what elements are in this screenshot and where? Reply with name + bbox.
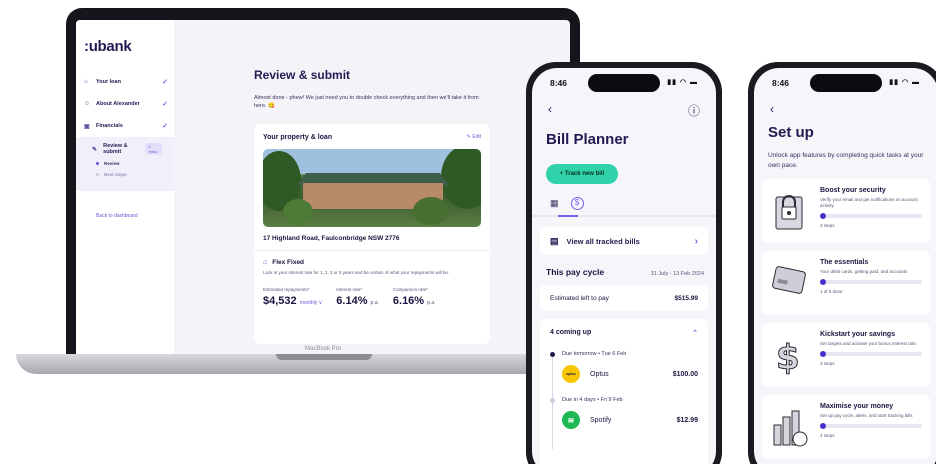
due-label: Due in 4 days • Fri 9 Feb (550, 397, 698, 403)
feature-essentials[interactable]: The essentials Your debit cards, getting… (762, 251, 930, 315)
pay-cycle-dates: 31 July - 13 Feb 2024 (650, 271, 704, 277)
pay-cycle-title: This pay cycle (546, 267, 605, 277)
sidebar-item-label: About Alexander (96, 101, 140, 107)
divider (254, 250, 490, 251)
main-content: Review & submit Almost done - phew! We j… (174, 20, 570, 356)
view-tabs: ▦ $ (532, 184, 716, 210)
metric-comparison-rate: Comparison rate* 6.16% p.a. (392, 287, 436, 307)
card-title: Your property & loan (263, 134, 333, 141)
pencil-icon: ✎ (92, 146, 98, 153)
dynamic-island (810, 74, 882, 92)
card-icon (770, 259, 810, 305)
back-icon[interactable]: ‹ (548, 102, 552, 119)
time-badge: 2 mins (145, 143, 162, 155)
signal-wifi-battery-icon: ▮▮ ◠ ▬ (889, 79, 920, 86)
progress-bar (820, 213, 922, 219)
receipt-icon: ▤ (550, 235, 559, 246)
left-to-pay-row: Estimated left to pay $515.99 (540, 285, 708, 311)
metric-interest-rate: Interest rate* 6.14% p.a. (336, 287, 379, 307)
chart-icon (770, 403, 810, 449)
track-new-bill-button[interactable]: + Track new bill (546, 164, 618, 184)
coming-up-toggle[interactable]: 4 coming up ⌃ (550, 329, 698, 337)
spotify-logo-icon: ≋ (562, 411, 580, 429)
dollar-icon[interactable]: $ (570, 197, 584, 210)
home-icon: ⌂ (84, 79, 88, 85)
check-icon: ✓ (162, 79, 168, 86)
calendar-icon[interactable]: ▦ (550, 198, 559, 210)
loan-description: Lock in your interest rate for 1, 2, 3 o… (263, 270, 450, 275)
property-loan-card: Your property & loan ✎ Edit 17 Highland … (254, 124, 490, 344)
sidebar-item-review-submit[interactable]: ✎ Review & submit 2 mins Review Next ste… (76, 137, 174, 191)
page-title: Set up (768, 124, 814, 141)
laptop-brand-label: MacBook Pro (304, 346, 341, 352)
sidebar: :ubank ⌂ Your loan ✓ ☺ About Alexander ✓… (76, 20, 174, 356)
sidebar-item-label: Your loan (96, 79, 121, 85)
optus-logo-icon: optus (562, 365, 580, 383)
coming-up-card: 4 coming up ⌃ Due tomorrow • Tue 6 Feb o… (540, 319, 708, 464)
tab-underline (532, 215, 716, 217)
sidebar-item-about[interactable]: ☺ About Alexander ✓ (76, 93, 174, 115)
phone-screen: 8:46 ▮▮ ◠ ▬ ‹ Set up Unlock app features… (754, 68, 936, 464)
progress-bar (820, 423, 922, 429)
back-icon[interactable]: ‹ (770, 102, 774, 116)
sidebar-item-financials[interactable]: ▣ Financials ✓ (76, 115, 174, 137)
property-photo (263, 149, 481, 227)
wallet-icon: ▣ (84, 123, 90, 130)
chevron-right-icon: › (694, 235, 698, 247)
ubank-logo: :ubank (84, 38, 132, 55)
view-all-bills-button[interactable]: ▤ View all tracked bills › (540, 227, 708, 255)
info-icon[interactable]: ⓘ (688, 102, 700, 119)
laptop-display: :ubank ⌂ Your loan ✓ ☺ About Alexander ✓… (76, 20, 570, 356)
bill-item-optus[interactable]: optus Optus $100.00 (562, 365, 698, 383)
phone-set-up: 8:46 ▮▮ ◠ ▬ ‹ Set up Unlock app features… (748, 62, 936, 464)
check-icon: ✓ (162, 101, 168, 108)
due-label: Due tomorrow • Tue 6 Feb (550, 351, 698, 357)
sidebar-item-label: Financials (96, 123, 123, 129)
phone-screen: 8:46 ▮▮ ◠ ▬ ‹ ⓘ Bill Planner + Track new… (532, 68, 716, 464)
sidebar-item-your-loan[interactable]: ⌂ Your loan ✓ (76, 71, 174, 93)
chevron-up-icon: ⌃ (692, 330, 698, 337)
loan-title: Flex Fixed (272, 259, 305, 266)
feature-security[interactable]: Boost your security Verify your email an… (762, 179, 930, 243)
back-to-dashboard-link[interactable]: Back to dashboard (76, 213, 174, 219)
page-subtitle: Unlock app features by completing quick … (768, 152, 924, 169)
status-time: 8:46 (772, 78, 790, 88)
page-title: Review & submit (254, 68, 351, 82)
laptop-notch (276, 354, 372, 360)
check-icon: ✓ (162, 123, 168, 130)
signal-wifi-battery-icon: ▮▮ ◠ ▬ (667, 79, 698, 86)
frequency-select[interactable]: monthly ∨ (300, 300, 323, 306)
intro-text: Almost done - phew! We just need you to … (254, 95, 479, 109)
house-icon: ⌂ (263, 259, 268, 266)
padlock-icon (770, 187, 810, 233)
feature-maximise[interactable]: Maximise your money Set up pay cycle, al… (762, 395, 930, 459)
substep-next-steps[interactable]: Next steps (84, 172, 168, 177)
edit-button[interactable]: ✎ Edit (467, 134, 481, 141)
progress-bar (820, 279, 922, 285)
svg-text:$: $ (776, 338, 800, 377)
page-title: Bill Planner (546, 131, 629, 148)
dollar-icon: $ (770, 331, 810, 379)
substep-review[interactable]: Review (84, 161, 168, 166)
phone-bill-planner: 8:46 ▮▮ ◠ ▬ ‹ ⓘ Bill Planner + Track new… (526, 62, 722, 464)
status-time: 8:46 (550, 78, 568, 88)
dynamic-island (588, 74, 660, 92)
progress-bar (820, 351, 922, 357)
laptop-screen: :ubank ⌂ Your loan ✓ ☺ About Alexander ✓… (66, 8, 580, 356)
feature-savings[interactable]: $ Kickstart your savings Set targets and… (762, 323, 930, 387)
property-address: 17 Highland Road, Faulconbridge NSW 2776 (263, 235, 400, 242)
sidebar-item-label: Review & submit (103, 143, 128, 155)
bill-item-spotify[interactable]: ≋ Spotify $12.99 (562, 411, 698, 429)
loan-metrics: Estimated repayments* $4,532 monthly ∨ I… (263, 287, 481, 307)
metric-repayments: Estimated repayments* $4,532 monthly ∨ (263, 287, 323, 307)
person-icon: ☺ (84, 101, 91, 107)
